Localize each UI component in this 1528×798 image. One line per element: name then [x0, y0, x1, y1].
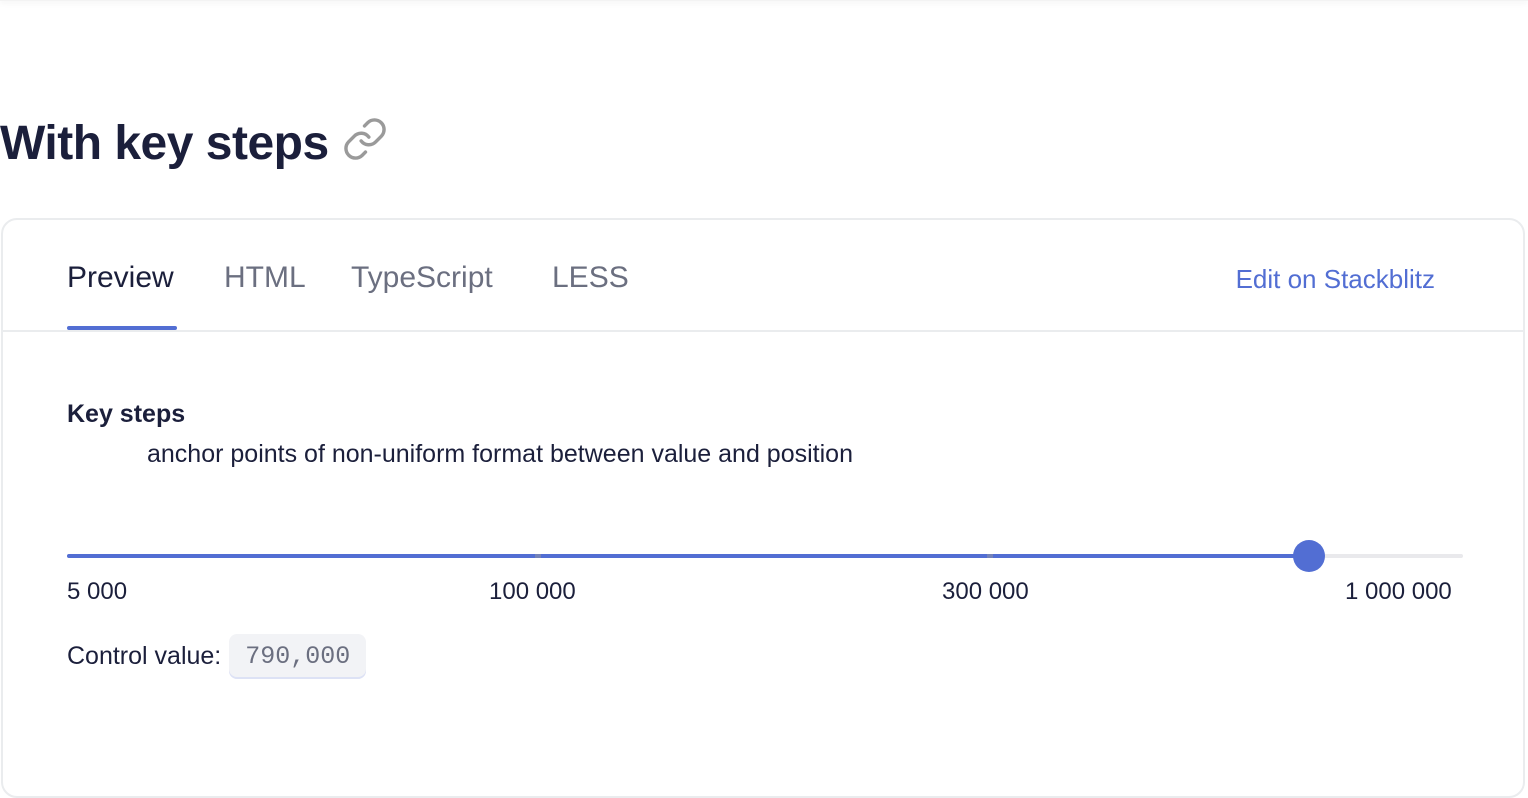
demo-card: Preview HTML TypeScript LESS Edit on Sta… — [1, 218, 1525, 798]
key-steps-description: anchor points of non-uniform format betw… — [147, 440, 853, 468]
tick-label-100000: 100 000 — [489, 578, 576, 605]
tab-bar: Preview HTML TypeScript LESS Edit on Sta… — [3, 220, 1523, 332]
range-slider[interactable] — [67, 540, 1463, 574]
slider-fill — [67, 554, 1309, 558]
slider-thumb[interactable] — [1293, 540, 1325, 572]
slider-tick — [987, 554, 993, 558]
tab-less[interactable]: LESS — [552, 256, 629, 300]
tick-label-1000000: 1 000 000 — [1345, 578, 1452, 605]
key-steps-title: Key steps — [67, 400, 186, 428]
tab-typescript[interactable]: TypeScript — [351, 256, 493, 300]
tick-label-300000: 300 000 — [942, 578, 1029, 605]
link-icon[interactable] — [339, 113, 391, 165]
top-divider — [0, 0, 1528, 1]
control-value-label: Control value: — [67, 642, 222, 670]
slider-tick — [535, 554, 541, 558]
section-heading: With key steps — [0, 108, 391, 178]
section-title: With key steps — [0, 116, 329, 170]
tab-html[interactable]: HTML — [224, 256, 306, 300]
active-tab-indicator — [67, 326, 177, 330]
control-value-row: Control value: 790,000 — [67, 634, 367, 679]
edit-on-stackblitz-link[interactable]: Edit on Stackblitz — [1236, 258, 1435, 300]
control-value: 790,000 — [229, 634, 367, 679]
tab-preview[interactable]: Preview — [67, 256, 174, 300]
tick-label-5000: 5 000 — [67, 578, 128, 605]
